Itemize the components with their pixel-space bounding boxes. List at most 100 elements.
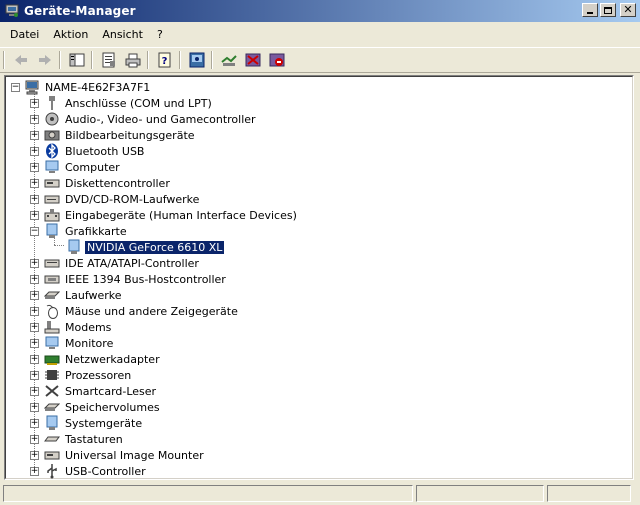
firewire-icon	[44, 271, 60, 287]
computer-icon	[24, 79, 40, 95]
tree-item-label: Computer	[65, 160, 120, 174]
tree-item[interactable]: + Prozessoren	[30, 367, 133, 383]
back-button[interactable]	[10, 49, 32, 71]
update-driver-icon	[221, 55, 237, 66]
show-hide-tree-button[interactable]	[66, 49, 88, 71]
status-cell-secondary	[416, 484, 544, 502]
menu-ansicht[interactable]: Ansicht	[95, 26, 150, 44]
device-tree[interactable]: − NAME-4E62F3A7F1 + Anschlüsse (COM und L…	[4, 75, 634, 480]
tree-item[interactable]: + DVD/CD-ROM-Laufwerke	[30, 191, 201, 207]
tree-item[interactable]: + Mäuse und andere Zeigegeräte	[30, 303, 240, 319]
expand-toggle[interactable]: +	[30, 115, 39, 124]
expand-toggle[interactable]: +	[30, 179, 39, 188]
expand-toggle[interactable]: +	[30, 147, 39, 156]
tree-item[interactable]: + Audio-, Video- und Gamecontroller	[30, 111, 258, 127]
tree-child-item-label: NVIDIA GeForce 6610 XL	[83, 239, 226, 255]
toolbar-separator	[211, 51, 213, 69]
expand-toggle[interactable]: +	[30, 211, 39, 220]
ide-icon	[44, 255, 60, 271]
tree-item[interactable]: + Eingabegeräte (Human Interface Devices)	[30, 207, 299, 223]
expand-toggle[interactable]: +	[30, 307, 39, 316]
tree-item[interactable]: + Netzwerkadapter	[30, 351, 162, 367]
expand-toggle[interactable]: +	[30, 451, 39, 460]
show-hide-tree-icon	[69, 53, 85, 67]
expand-toggle[interactable]: +	[30, 131, 39, 140]
expand-toggle[interactable]: +	[30, 371, 39, 380]
expand-toggle[interactable]: +	[30, 403, 39, 412]
close-button[interactable]: ✕	[620, 3, 636, 17]
expand-toggle[interactable]: +	[30, 259, 39, 268]
network-adapter-icon	[44, 351, 60, 367]
tree-item[interactable]: + Monitore	[30, 335, 115, 351]
expand-toggle[interactable]: +	[30, 99, 39, 108]
title-bar[interactable]: Geräte-Manager ✕	[0, 0, 640, 22]
tree-item[interactable]: + Laufwerke	[30, 287, 124, 303]
port-icon	[44, 95, 60, 111]
menu-datei[interactable]: Datei	[3, 26, 46, 44]
minimize-icon	[587, 11, 593, 14]
display-adapter-icon	[66, 239, 82, 255]
forward-arrow-icon	[39, 55, 51, 65]
tree-item[interactable]: + USB-Controller	[30, 463, 148, 479]
tree-item[interactable]: + Systemgeräte	[30, 415, 144, 431]
mouse-icon	[44, 303, 60, 319]
help-icon: ?	[158, 52, 171, 68]
scan-hardware-icon	[189, 52, 205, 68]
tree-item-label: Diskettencontroller	[65, 176, 170, 190]
tree-item[interactable]: + Diskettencontroller	[30, 175, 172, 191]
tree-item[interactable]: + Speichervolumes	[30, 399, 162, 415]
tree-root[interactable]: − NAME-4E62F3A7F1	[10, 79, 152, 95]
expand-toggle[interactable]: +	[30, 435, 39, 444]
expand-toggle[interactable]: +	[30, 387, 39, 396]
tree-item-label: Bluetooth USB	[65, 144, 145, 158]
maximize-button[interactable]	[600, 3, 616, 17]
expand-toggle[interactable]: +	[30, 419, 39, 428]
tree-item[interactable]: − Grafikkarte	[30, 223, 129, 239]
tree-item[interactable]: + Computer	[30, 159, 122, 175]
expand-toggle[interactable]: +	[30, 355, 39, 364]
tree-item-label: Monitore	[65, 336, 114, 350]
forward-button[interactable]	[34, 49, 56, 71]
expand-toggle[interactable]: +	[30, 467, 39, 476]
tree-item[interactable]: + Modems	[30, 319, 113, 335]
tree-item-label: Bildbearbeitungsgeräte	[65, 128, 195, 142]
tree-item[interactable]: + Anschlüsse (COM und LPT)	[30, 95, 214, 111]
expand-toggle[interactable]: +	[30, 195, 39, 204]
expand-toggle[interactable]: +	[30, 339, 39, 348]
usb-icon	[44, 463, 60, 479]
minimize-button[interactable]	[582, 3, 598, 17]
bluetooth-icon	[44, 143, 60, 159]
tree-child-item[interactable]: NVIDIA GeForce 6610 XL	[66, 239, 226, 255]
help-button[interactable]: ?	[154, 49, 176, 71]
collapse-toggle[interactable]: −	[11, 83, 20, 92]
tree-item[interactable]: + Bluetooth USB	[30, 143, 146, 159]
tree-item[interactable]: + Smartcard-Leser	[30, 383, 158, 399]
status-bar	[0, 482, 640, 504]
tree-item-label: DVD/CD-ROM-Laufwerke	[65, 192, 200, 206]
expand-toggle[interactable]: +	[30, 275, 39, 284]
smartcard-icon	[44, 383, 60, 399]
scan-hardware-button[interactable]	[186, 49, 208, 71]
menu-aktion[interactable]: Aktion	[46, 26, 95, 44]
uninstall-device-button[interactable]	[266, 49, 288, 71]
tree-item[interactable]: + Tastaturen	[30, 431, 125, 447]
tree-item[interactable]: + Universal Image Mounter	[30, 447, 206, 463]
expand-toggle[interactable]: +	[30, 323, 39, 332]
toolbar-separator	[91, 51, 93, 69]
display-adapter-icon	[44, 223, 60, 239]
tree-item[interactable]: + IEEE 1394 Bus-Hostcontroller	[30, 271, 228, 287]
collapse-toggle[interactable]: −	[30, 227, 39, 236]
window-controls: ✕	[582, 3, 636, 17]
modem-icon	[44, 319, 60, 335]
print-icon	[125, 53, 141, 68]
tree-item[interactable]: + Bildbearbeitungsgeräte	[30, 127, 197, 143]
expand-toggle[interactable]: +	[30, 291, 39, 300]
properties-button[interactable]	[98, 49, 120, 71]
disable-device-button[interactable]	[242, 49, 264, 71]
print-button[interactable]	[122, 49, 144, 71]
update-driver-button[interactable]	[218, 49, 240, 71]
expand-toggle[interactable]: +	[30, 163, 39, 172]
disable-device-icon	[245, 53, 261, 67]
menu-help[interactable]: ?	[150, 26, 170, 44]
tree-item[interactable]: + IDE ATA/ATAPI-Controller	[30, 255, 201, 271]
